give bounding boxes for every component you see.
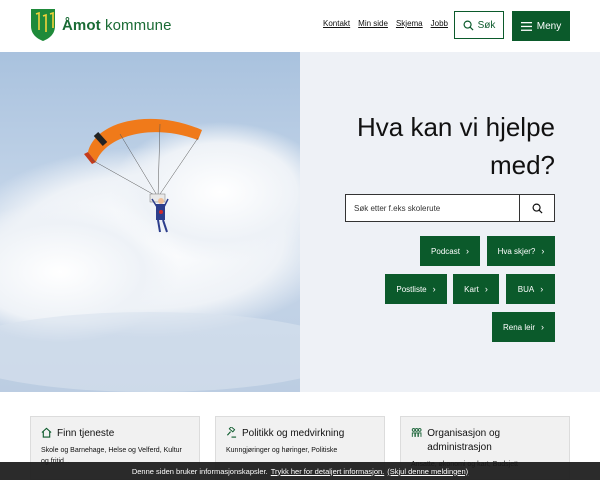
quick-link-label: Podcast — [431, 246, 460, 256]
chevron-right-icon: › — [465, 246, 469, 256]
hero-search — [345, 194, 555, 222]
logo-text: Åmot kommune — [62, 16, 172, 34]
chevron-right-icon: › — [541, 246, 545, 256]
cookie-info-link[interactable]: Trykk her for detaljert informasjon. — [271, 467, 385, 476]
menu-button-label: Meny — [536, 20, 562, 32]
search-icon — [463, 20, 474, 31]
site-logo[interactable]: Åmot kommune — [30, 8, 172, 42]
quick-link-label: Kart — [464, 284, 479, 294]
cookie-banner: Denne siden bruker informasjonskapsler. … — [0, 462, 600, 480]
card-title: Politikk og medvirkning — [242, 428, 345, 439]
chevron-right-icon: › — [541, 322, 544, 332]
chevron-right-icon: › — [540, 284, 544, 294]
link-jobb[interactable]: Jobb — [431, 19, 448, 28]
hero-search-input[interactable] — [346, 195, 519, 221]
quick-link-label: Rena leir — [502, 322, 535, 332]
site-header: Åmot kommune Kontakt Min side Skjema Job… — [0, 0, 600, 52]
link-min-side[interactable]: Min side — [358, 19, 388, 28]
people-icon — [411, 428, 422, 437]
menu-button[interactable]: Meny — [512, 11, 570, 41]
hero-panel: Hva kan vi hjelpe med? Podcast › Hva skj… — [300, 52, 600, 392]
link-kontakt[interactable]: Kontakt — [323, 19, 350, 28]
card-title: Organisasjon og administrasjon — [427, 428, 501, 453]
quick-link-label: Hva skjer? — [497, 246, 536, 256]
quick-link-rena-leir[interactable]: Rena leir › — [492, 312, 555, 342]
card-title: Finn tjeneste — [57, 428, 115, 439]
cookie-text: Denne siden bruker informasjonskapsler. — [131, 466, 268, 476]
hero-search-button[interactable] — [519, 195, 554, 221]
chevron-right-icon: › — [432, 284, 436, 294]
home-icon — [41, 427, 52, 438]
hamburger-icon — [520, 21, 532, 31]
chevron-right-icon: › — [484, 284, 488, 294]
hero-image — [0, 52, 300, 392]
quick-link-kart[interactable]: Kart › — [453, 274, 499, 304]
cookie-dismiss-link[interactable]: (Skjul denne meldingen) — [387, 467, 468, 476]
quick-link-bua[interactable]: BUA › — [506, 274, 555, 304]
quick-link-postliste[interactable]: Postliste › — [385, 274, 447, 304]
card-description: Kunngjøringer og høringer, Politiske — [226, 447, 338, 454]
top-links: Kontakt Min side Skjema Jobb — [323, 19, 448, 28]
search-button[interactable]: Søk — [454, 11, 504, 39]
quick-link-label: BUA — [517, 284, 535, 294]
quick-link-label: Postliste — [396, 284, 427, 294]
gavel-icon — [226, 427, 237, 438]
quick-link-podcast[interactable]: Podcast › — [420, 236, 480, 266]
quick-link-hva-skjer[interactable]: Hva skjer? › — [487, 236, 555, 266]
link-skjema[interactable]: Skjema — [396, 19, 423, 28]
search-icon — [532, 203, 543, 214]
coat-of-arms-icon — [31, 9, 55, 41]
hero-title: Hva kan vi hjelpe med? — [357, 112, 555, 180]
search-button-label: Søk — [477, 19, 496, 31]
